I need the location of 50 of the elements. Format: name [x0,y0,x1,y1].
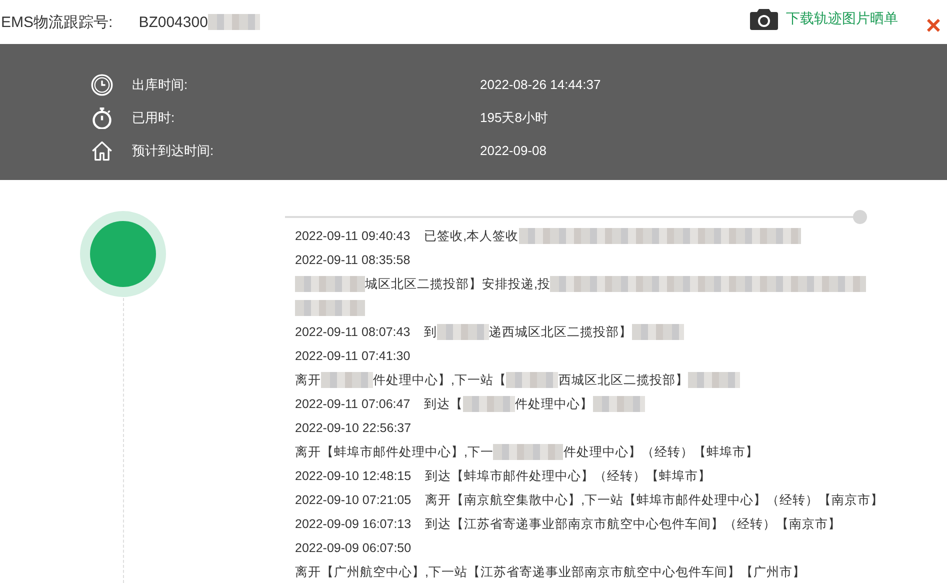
event-description: 离开【蚌埠市邮件处理中心】,下一 [295,444,494,460]
field-value: 2022-08-26 14:44:37 [480,77,601,92]
pixelated-block [321,372,373,388]
event-time: 2022-09-11 07:06:47 [295,397,410,411]
pixelated-block [593,396,646,412]
pixelated-block [506,372,558,388]
event-description: 递西城区北区二揽投部】 [489,324,632,340]
event-time: 2022-09-10 12:48:15 [295,469,412,483]
event-description: 到达【蚌埠市邮件处理中心】（经转）【蚌埠市】 [425,468,712,484]
close-button[interactable]: × [926,12,941,38]
event-time: 2022-09-11 09:40:43 [295,229,410,243]
camera-icon [750,8,778,30]
event-time: 2022-09-11 08:07:43 [295,325,410,339]
event-description: 到 [424,324,438,340]
event-time: 2022-09-11 08:35:58 [295,253,410,267]
event-description: 件处理中心】 [515,396,594,412]
event-description: 件处理中心】（经转）【蚌埠市】 [563,444,758,460]
pixelated-block [295,300,365,316]
event-time: 2022-09-11 07:41:30 [295,349,410,363]
event-description: 离开【广州航空中心】,下一站【江苏省寄递事业部南京市航空中心包件车间】【广州市】 [295,564,806,580]
home-icon [91,140,113,162]
field-label: 出库时间: [132,76,189,94]
pixelated-block [632,324,684,340]
event-time: 2022-09-10 07:21:05 [295,493,412,507]
event-description: 离开 [295,372,321,388]
event-description: 离开【南京航空集散中心】,下一站【蚌埠市邮件处理中心】（经转）【南京市】 [425,492,884,508]
event-description: 已签收,本人签收 [424,228,519,244]
event-description: 西城区北区二揽投部】 [558,372,688,388]
pixelated-block [688,372,740,388]
pixelated-block [463,396,516,412]
field-value: 195天8小时 [480,108,548,126]
tracking-number: BZ004300 [138,14,208,30]
pixelated-block [437,324,490,340]
field-value: 2022-09-08 [480,143,546,158]
clock-icon [91,74,113,96]
event-description: 到达【 [424,396,464,412]
status-dot-icon [79,210,167,298]
pixelated-block [493,444,564,460]
pixelated-block [295,276,365,292]
event-description: 件处理中心】,下一站【 [373,372,506,388]
tracking-label: EMS物流跟踪号: [1,12,113,32]
field-label: 预计到达时间: [132,142,215,160]
download-link[interactable]: 下载轨迹图片晒单 [750,8,898,30]
event-time: 2022-09-10 22:56:37 [295,421,412,435]
event-time: 2022-09-09 06:07:50 [295,541,412,555]
event-description: 到达【江苏省寄递事业部南京市航空中心包件车间】（经转）【南京市】 [425,516,842,532]
event-description: 城区北区二揽投部】安排投递,投 [365,276,550,292]
stopwatch-icon [91,106,113,128]
event-time: 2022-09-09 16:07:13 [295,517,412,531]
field-label: 已用时: [132,108,176,126]
